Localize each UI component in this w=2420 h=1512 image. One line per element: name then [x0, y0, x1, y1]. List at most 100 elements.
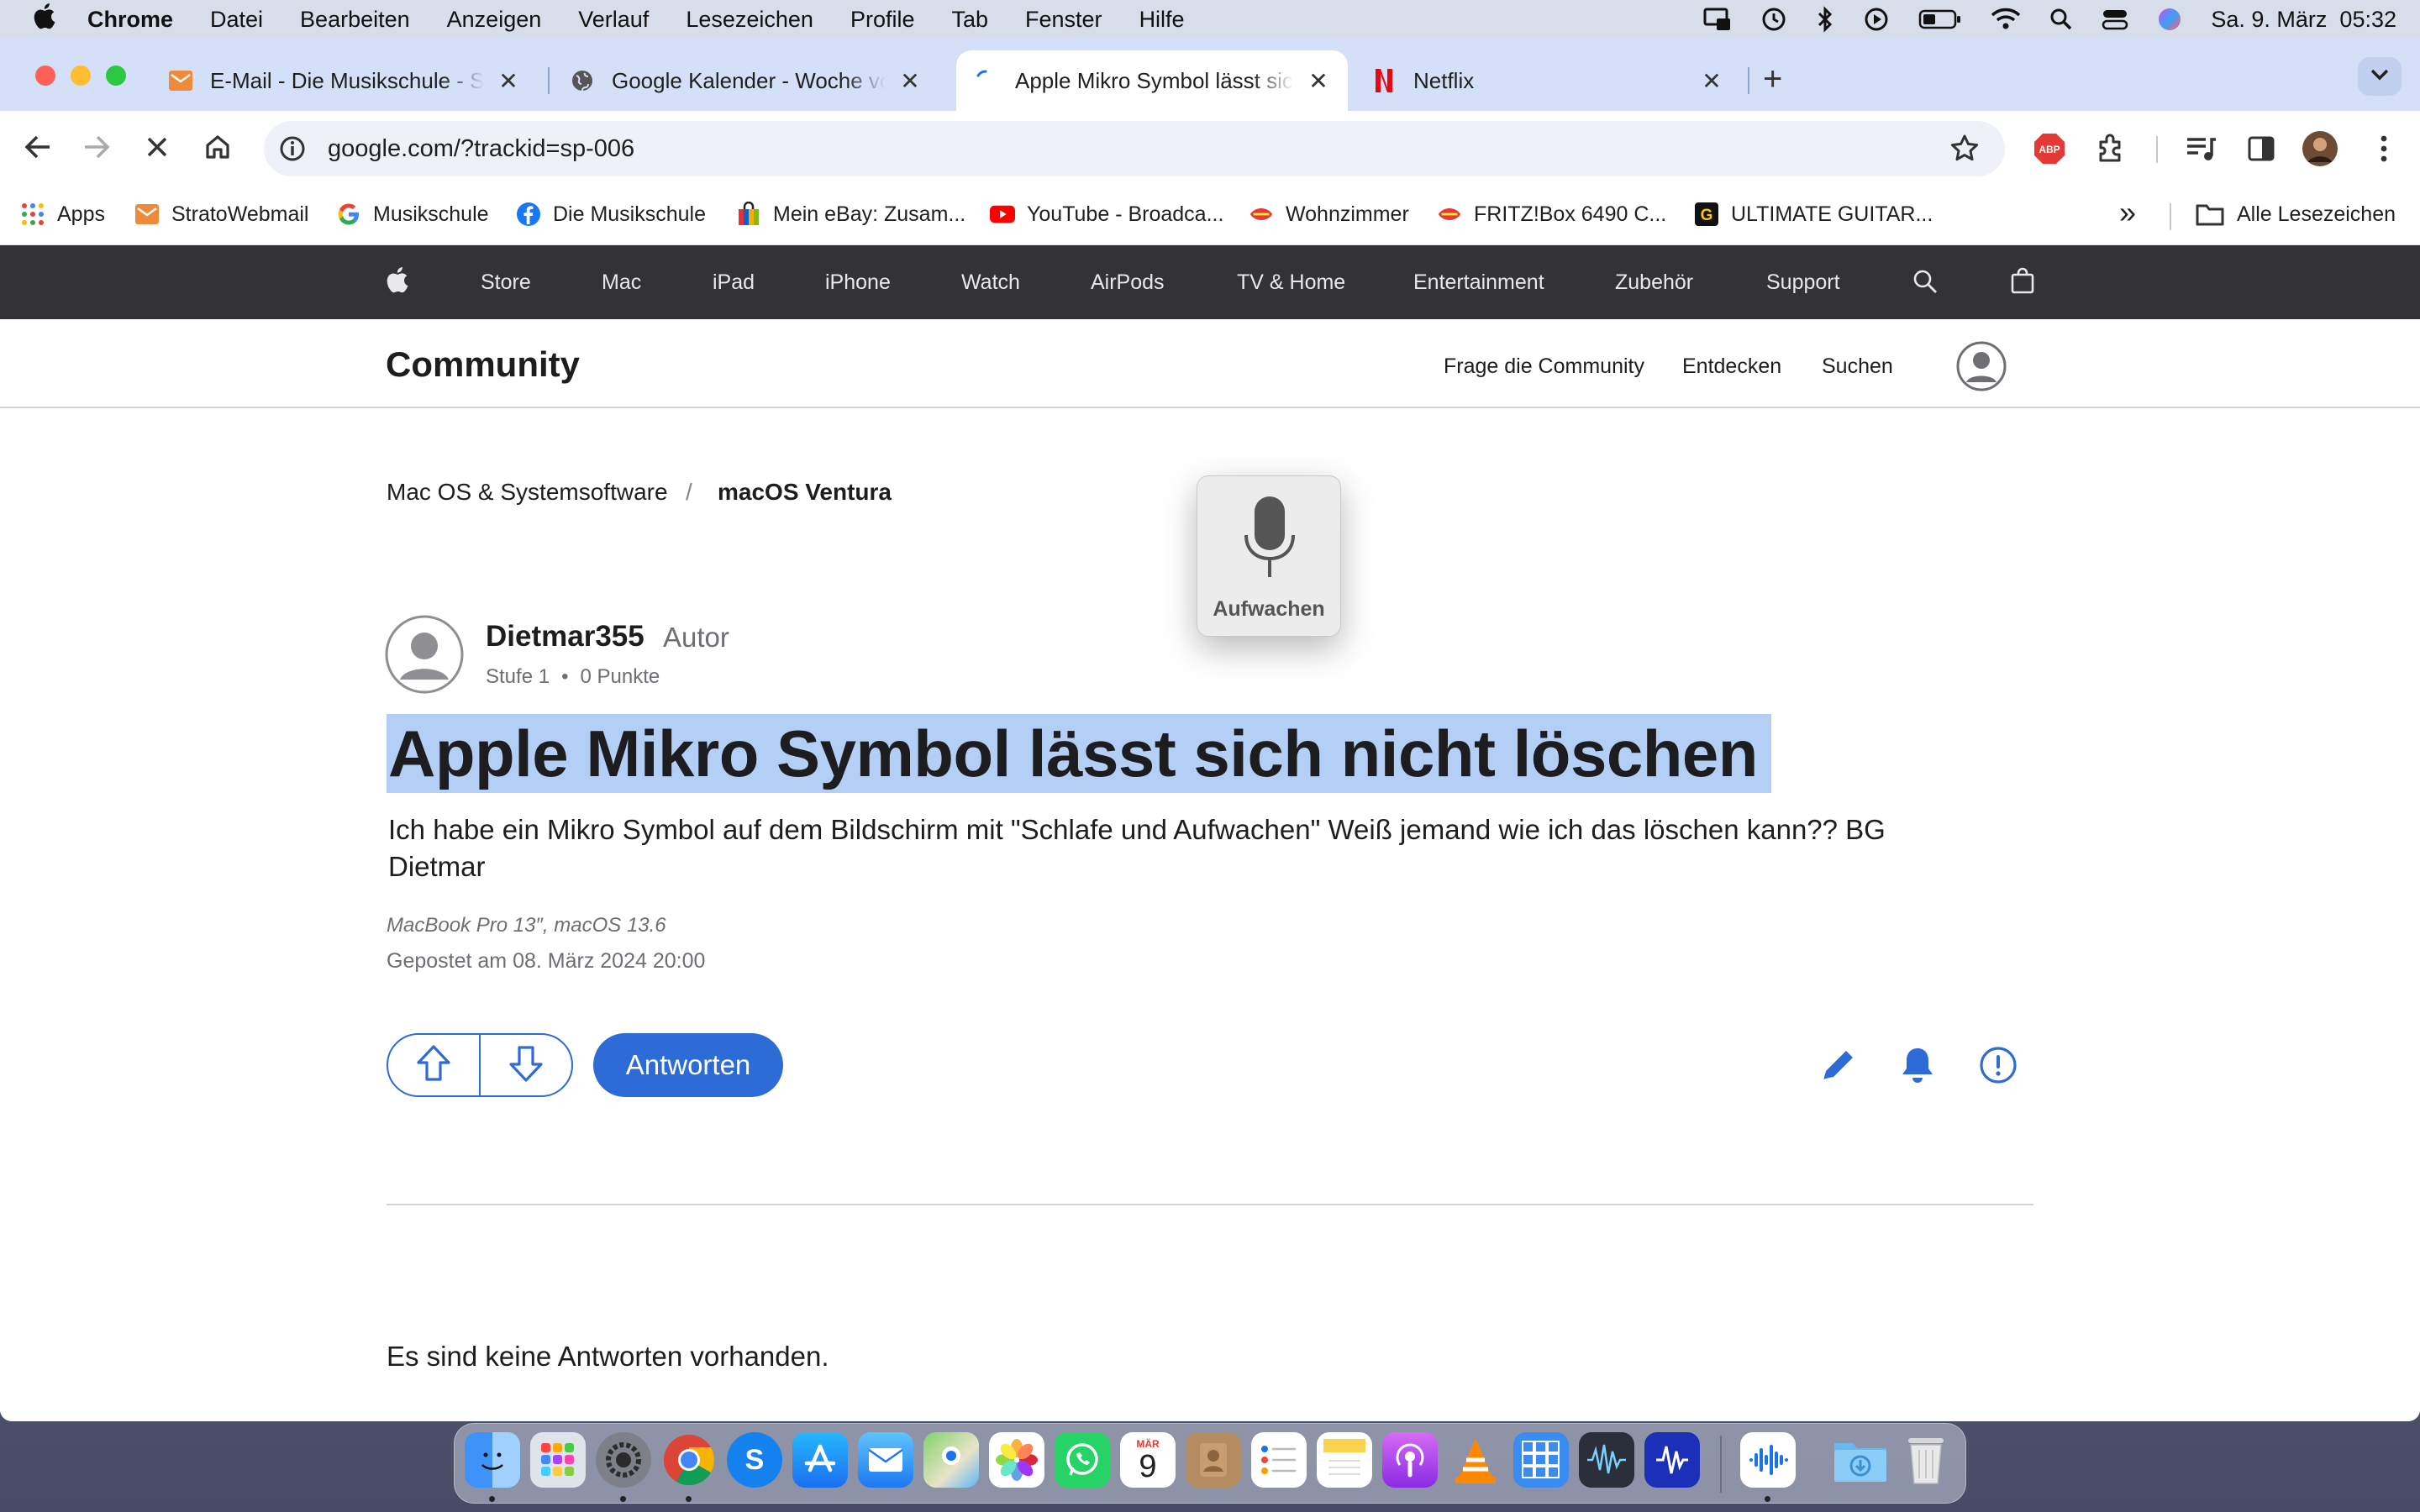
- dock-chrome-icon[interactable]: [661, 1432, 717, 1488]
- dock-vlc-icon[interactable]: [1448, 1432, 1503, 1488]
- close-tab-icon[interactable]: ✕: [1306, 67, 1331, 95]
- control-center-icon[interactable]: [2102, 8, 2128, 31]
- upvote-button[interactable]: [388, 1035, 481, 1095]
- tab-google-calendar[interactable]: Google Kalender - Woche vom 4. März ✕: [553, 50, 939, 111]
- nav-airpods[interactable]: AirPods: [1091, 270, 1165, 295]
- close-tab-icon[interactable]: ✕: [1699, 67, 1724, 95]
- tab-email[interactable]: E-Mail - Die Musikschule - STRATO ✕: [151, 50, 538, 111]
- nav-iphone[interactable]: iPhone: [825, 270, 891, 295]
- bookmark-apps[interactable]: Apps: [20, 202, 105, 227]
- apple-logo-icon[interactable]: [385, 265, 408, 300]
- bookmarks-overflow-button[interactable]: »: [2119, 195, 2136, 230]
- profile-avatar[interactable]: [2301, 129, 2339, 168]
- author-avatar-icon[interactable]: [385, 615, 464, 694]
- nav-store[interactable]: Store: [481, 270, 531, 295]
- nav-mac[interactable]: Mac: [602, 270, 641, 295]
- user-avatar-icon[interactable]: [1956, 341, 2007, 391]
- dock-voice-memos-icon[interactable]: [1740, 1432, 1796, 1488]
- dock-podcasts-icon[interactable]: [1382, 1432, 1438, 1488]
- new-tab-button[interactable]: +: [1763, 60, 1782, 98]
- report-alert-icon[interactable]: [1975, 1042, 2022, 1089]
- nav-support[interactable]: Support: [1766, 270, 1840, 295]
- adblock-extension-icon[interactable]: ABP: [2030, 129, 2069, 168]
- bookmark-ultimate-guitar[interactable]: G ULTIMATE GUITAR...: [1694, 202, 1933, 227]
- wifi-icon[interactable]: [1991, 8, 2021, 31]
- bookmark-fritzbox[interactable]: FRITZ!Box 6490 C...: [1437, 202, 1666, 227]
- extensions-puzzle-icon[interactable]: [2092, 129, 2131, 168]
- dock-shazam-icon[interactable]: S: [727, 1432, 782, 1488]
- discover-link[interactable]: Entdecken: [1682, 354, 1781, 379]
- home-button[interactable]: [198, 129, 237, 168]
- menu-tab[interactable]: Tab: [951, 7, 988, 33]
- tab-netflix[interactable]: Netflix ✕: [1355, 50, 1741, 111]
- siri-icon[interactable]: [2157, 7, 2182, 32]
- zoom-window-button[interactable]: [106, 66, 126, 86]
- url-text[interactable]: google.com/?trackid=sp-006: [328, 135, 634, 163]
- nav-ipad[interactable]: iPad: [713, 270, 755, 295]
- notification-bell-icon[interactable]: [1894, 1042, 1941, 1089]
- dock-finder-icon[interactable]: [465, 1432, 520, 1488]
- close-tab-icon[interactable]: ✕: [897, 67, 923, 95]
- dock-app-store-icon[interactable]: [792, 1432, 848, 1488]
- back-button[interactable]: [18, 129, 57, 168]
- menu-hilfe[interactable]: Hilfe: [1139, 7, 1185, 33]
- side-panel-icon[interactable]: [2242, 129, 2281, 168]
- media-controls-icon[interactable]: [2181, 129, 2220, 168]
- bookmark-die-musikschule[interactable]: Die Musikschule: [516, 202, 706, 227]
- dock-mail-icon[interactable]: [858, 1432, 913, 1488]
- bookmark-star-icon[interactable]: [1949, 134, 1980, 168]
- nav-tv-home[interactable]: TV & Home: [1237, 270, 1345, 295]
- bookmark-ebay[interactable]: Mein eBay: Zusam...: [736, 202, 965, 227]
- dock-numpad-icon[interactable]: [1513, 1432, 1569, 1488]
- menu-profile[interactable]: Profile: [850, 7, 915, 33]
- dock-maps-icon[interactable]: [923, 1432, 979, 1488]
- search-icon[interactable]: [1912, 269, 1938, 300]
- nav-zubehoer[interactable]: Zubehör: [1615, 270, 1693, 295]
- nav-entertainment[interactable]: Entertainment: [1413, 270, 1544, 295]
- menu-clock[interactable]: Sa. 9. März 05:32: [2211, 7, 2396, 33]
- menu-app-chrome[interactable]: Chrome: [87, 7, 173, 33]
- screen-sharing-icon[interactable]: [1703, 7, 1732, 32]
- bluetooth-icon[interactable]: [1816, 6, 1834, 33]
- bookmark-wohnzimmer[interactable]: Wohnzimmer: [1249, 202, 1409, 227]
- menu-datei[interactable]: Datei: [210, 7, 263, 33]
- dock-downloads-folder-icon[interactable]: [1833, 1432, 1888, 1488]
- dock-photos-icon[interactable]: [989, 1432, 1044, 1488]
- nav-watch[interactable]: Watch: [961, 270, 1020, 295]
- community-brand-link[interactable]: Community: [386, 344, 580, 385]
- ask-community-link[interactable]: Frage die Community: [1444, 354, 1644, 379]
- now-playing-icon[interactable]: [1863, 6, 1890, 33]
- spotlight-icon[interactable]: [2049, 8, 2073, 31]
- author-name-link[interactable]: Dietmar355: [486, 620, 644, 654]
- bookmark-youtube[interactable]: YouTube - Broadca...: [990, 202, 1223, 227]
- menu-fenster[interactable]: Fenster: [1025, 7, 1102, 33]
- bookmark-stratowebmail[interactable]: StratoWebmail: [134, 202, 309, 227]
- forward-button[interactable]: [77, 129, 116, 168]
- dock-system-settings-icon[interactable]: [596, 1432, 651, 1488]
- dock-reminders-icon[interactable]: [1251, 1432, 1307, 1488]
- search-link[interactable]: Suchen: [1822, 354, 1893, 379]
- dock-notes-icon[interactable]: [1317, 1432, 1372, 1488]
- reply-button[interactable]: Antworten: [593, 1033, 783, 1097]
- battery-icon[interactable]: [1918, 8, 1962, 30]
- breadcrumb-parent-link[interactable]: Mac OS & Systemsoftware: [387, 479, 668, 506]
- chrome-menu-icon[interactable]: [2365, 129, 2403, 168]
- site-info-icon[interactable]: [277, 134, 308, 164]
- apple-menu-icon[interactable]: [0, 3, 87, 36]
- bookmark-musikschule[interactable]: Musikschule: [336, 202, 489, 227]
- dock-whatsapp-icon[interactable]: [1055, 1432, 1110, 1488]
- dock-calendar-icon[interactable]: MÄR 9: [1120, 1432, 1176, 1488]
- address-bar[interactable]: google.com/?trackid=sp-006: [264, 121, 2005, 176]
- menu-verlauf[interactable]: Verlauf: [578, 7, 649, 33]
- time-machine-icon[interactable]: [1760, 6, 1787, 33]
- all-bookmarks-button[interactable]: Alle Lesezeichen: [2195, 202, 2396, 227]
- dock-audio-app-icon[interactable]: [1579, 1432, 1634, 1488]
- minimize-window-button[interactable]: [71, 66, 91, 86]
- close-window-button[interactable]: [35, 66, 55, 86]
- menu-anzeigen[interactable]: Anzeigen: [447, 7, 542, 33]
- edit-pencil-icon[interactable]: [1815, 1042, 1862, 1089]
- tab-search-button[interactable]: [2358, 57, 2402, 96]
- dock-waveform-app-icon[interactable]: [1644, 1432, 1700, 1488]
- dock-contacts-icon[interactable]: [1186, 1432, 1241, 1488]
- shopping-bag-icon[interactable]: [2010, 267, 2035, 300]
